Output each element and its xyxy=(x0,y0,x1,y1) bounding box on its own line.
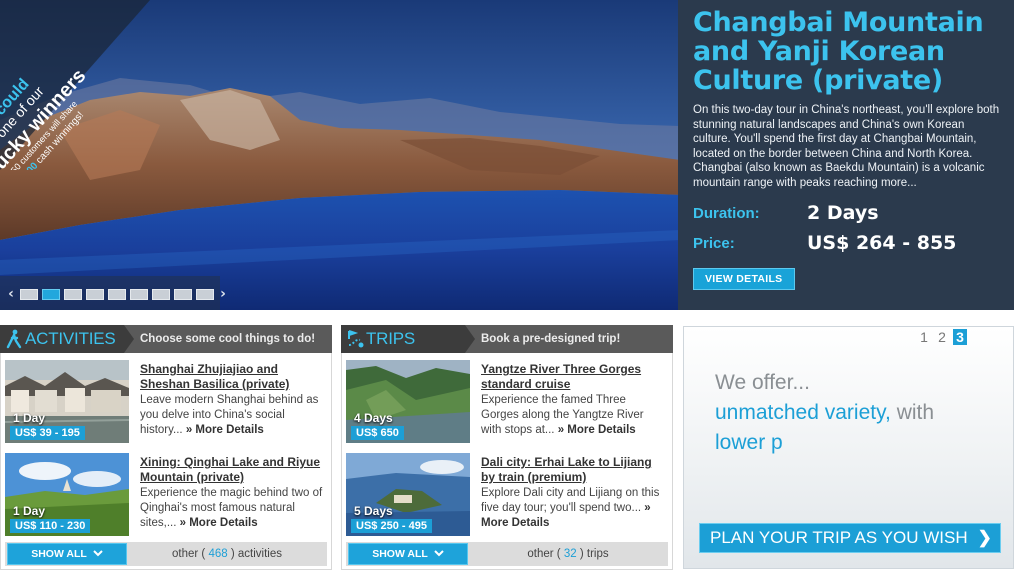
item-description: Experience the famed Three Gorges along … xyxy=(481,393,666,438)
other-trips-count: other ( 32 ) trips xyxy=(468,548,668,560)
other-post: ) activities xyxy=(230,548,282,560)
plan-button-label: PLAN YOUR TRIP AS YOU WISH xyxy=(710,528,968,547)
offer-page-1[interactable]: 1 xyxy=(917,329,931,345)
other-pre: other ( xyxy=(527,548,561,560)
offer-page-3-current[interactable]: 3 xyxy=(953,329,967,345)
item-description: Experience the magic behind two of Qingh… xyxy=(140,486,325,531)
route-icon xyxy=(344,325,366,353)
prev-slide-icon[interactable]: ‹ xyxy=(6,286,16,302)
duration-label: Duration: xyxy=(693,204,760,222)
item-text: Dali city: Erhai Lake to Lijiang by trai… xyxy=(470,453,666,536)
slide-dot[interactable] xyxy=(20,288,38,300)
slide-dot[interactable] xyxy=(108,288,126,300)
offer-line-3: lower p xyxy=(715,431,783,454)
price-value: US$ 264 - 855 xyxy=(807,232,957,254)
view-details-button[interactable]: VIEW DETAILS xyxy=(693,268,795,290)
slide-dot[interactable] xyxy=(174,288,192,300)
item-title-link[interactable]: Shanghai Zhujiajiao and Sheshan Basilica… xyxy=(140,362,325,392)
show-all-label: SHOW ALL xyxy=(31,548,87,560)
hero-description: On this two-day tour in China's northeas… xyxy=(693,104,1000,189)
lucky-winners-promo-badge[interactable]: You could be one of our lucky winners 2 … xyxy=(0,0,160,170)
plan-your-trip-button[interactable]: PLAN YOUR TRIP AS YOU WISH ❯ xyxy=(699,523,1001,553)
trips-footer: SHOW ALL other ( 32 ) trips xyxy=(346,542,668,566)
trips-header: TRIPS Book a pre-designed trip! xyxy=(341,325,673,353)
trips-section: TRIPS Book a pre-designed trip! 4 Days U… xyxy=(341,325,673,570)
other-count-link[interactable]: 32 xyxy=(564,548,577,560)
offer-line-2: unmatched variety, with xyxy=(715,401,934,425)
trips-list: 4 Days US$ 650 Yangtze River Three Gorge… xyxy=(341,353,673,570)
item-description: Explore Dali city and Lijiang on this fi… xyxy=(481,486,666,531)
slide-dot[interactable] xyxy=(196,288,214,300)
activities-footer: SHOW ALL other ( 468 ) activities xyxy=(5,542,327,566)
hero-banner: You could be one of our lucky winners 2 … xyxy=(0,0,1014,310)
activities-subtitle: Choose some cool things to do! xyxy=(124,325,332,353)
list-item[interactable]: 1 Day US$ 39 - 195 Shanghai Zhujiajiao a… xyxy=(5,360,327,443)
item-text: Shanghai Zhujiajiao and Sheshan Basilica… xyxy=(129,360,325,443)
item-title-link[interactable]: Dali city: Erhai Lake to Lijiang by trai… xyxy=(481,455,666,485)
chevron-down-icon xyxy=(434,548,444,560)
list-item[interactable]: 1 Day US$ 110 - 230 Xining: Qinghai Lake… xyxy=(5,453,327,536)
list-item[interactable]: 5 Days US$ 250 - 495 Dali city: Erhai La… xyxy=(346,453,668,536)
activities-header: ACTIVITIES Choose some cool things to do… xyxy=(0,325,332,353)
duration-value: 2 Days xyxy=(807,202,879,224)
show-all-trips-button[interactable]: SHOW ALL xyxy=(348,543,468,565)
item-price: US$ 39 - 195 xyxy=(10,426,85,440)
other-activities-count: other ( 468 ) activities xyxy=(127,548,327,560)
item-description-text: Explore Dali city and Lijiang on this fi… xyxy=(481,487,660,514)
other-count-link[interactable]: 468 xyxy=(208,548,227,560)
offer-line-1: We offer... xyxy=(715,371,810,394)
show-all-activities-button[interactable]: SHOW ALL xyxy=(7,543,127,565)
item-price: US$ 250 - 495 xyxy=(351,519,432,533)
other-post: ) trips xyxy=(579,548,609,560)
item-title-link[interactable]: Yangtze River Three Gorges standard crui… xyxy=(481,362,666,392)
duration-row: Duration: 2 Days xyxy=(693,202,1002,224)
three-gorges-thumbnail[interactable]: 4 Days US$ 650 xyxy=(346,360,470,443)
item-duration: 1 Day xyxy=(13,504,46,518)
item-price: US$ 650 xyxy=(351,426,404,440)
hero-slide-pager: ‹ › xyxy=(6,286,228,302)
erhai-lake-thumbnail[interactable]: 5 Days US$ 250 - 495 xyxy=(346,453,470,536)
qinghai-lake-thumbnail[interactable]: 1 Day US$ 110 - 230 xyxy=(5,453,129,536)
hero-title[interactable]: Changbai Mountain and Yanji Korean Cultu… xyxy=(693,8,1002,95)
slide-dot-active[interactable] xyxy=(42,288,60,300)
offer-pagination: 1 2 3 xyxy=(917,329,967,345)
chevron-right-icon: ❯ xyxy=(977,528,992,547)
more-details-link[interactable]: » More Details xyxy=(180,517,258,529)
trips-title: TRIPS xyxy=(366,329,416,348)
item-title-link[interactable]: Xining: Qinghai Lake and Riyue Mountain … xyxy=(140,455,325,485)
item-text: Xining: Qinghai Lake and Riyue Mountain … xyxy=(129,453,325,536)
zhujiajiao-thumbnail[interactable]: 1 Day US$ 39 - 195 xyxy=(5,360,129,443)
chevron-down-icon xyxy=(93,548,103,560)
item-text: Yangtze River Three Gorges standard crui… xyxy=(470,360,666,443)
activities-list: 1 Day US$ 39 - 195 Shanghai Zhujiajiao a… xyxy=(0,353,332,570)
offer-page-2[interactable]: 2 xyxy=(935,329,949,345)
activities-section: ACTIVITIES Choose some cool things to do… xyxy=(0,325,332,570)
more-details-link[interactable]: » More Details xyxy=(558,424,636,436)
more-details-link[interactable]: » More Details xyxy=(186,424,264,436)
item-duration: 4 Days xyxy=(354,411,393,425)
trips-subtitle: Book a pre-designed trip! xyxy=(465,325,673,353)
we-offer-banner: 1 2 3 We offer... unmatched variety, wit… xyxy=(683,326,1014,569)
slide-dot[interactable] xyxy=(152,288,170,300)
list-item[interactable]: 4 Days US$ 650 Yangtze River Three Gorge… xyxy=(346,360,668,443)
slide-dot[interactable] xyxy=(86,288,104,300)
offer-line-2-tail: with xyxy=(896,401,935,424)
item-duration: 1 Day xyxy=(13,411,46,425)
slide-dot[interactable] xyxy=(64,288,82,300)
price-label: Price: xyxy=(693,234,735,252)
hero-info-panel: Changbai Mountain and Yanji Korean Cultu… xyxy=(678,0,1014,310)
price-row: Price: US$ 264 - 855 xyxy=(693,232,1002,254)
walking-person-icon xyxy=(3,325,25,353)
offer-line-2-highlight: unmatched variety, xyxy=(715,401,891,424)
item-price: US$ 110 - 230 xyxy=(10,519,91,533)
show-all-label: SHOW ALL xyxy=(372,548,428,560)
item-description: Leave modern Shanghai behind as you delv… xyxy=(140,393,325,438)
next-slide-icon[interactable]: › xyxy=(218,286,228,302)
item-duration: 5 Days xyxy=(354,504,393,518)
other-pre: other ( xyxy=(172,548,206,560)
slide-dot[interactable] xyxy=(130,288,148,300)
activities-title: ACTIVITIES xyxy=(25,329,116,348)
